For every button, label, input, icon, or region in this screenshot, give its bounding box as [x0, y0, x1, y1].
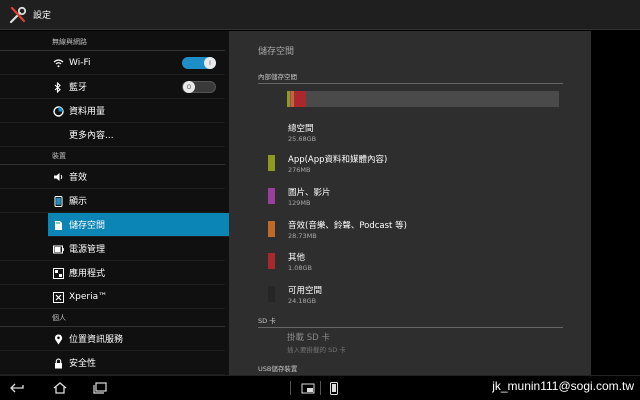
sidebar-item-storage[interactable]: 儲存空間: [48, 213, 229, 237]
section-header-wireless: 無線與網路: [0, 31, 225, 51]
watermark: jk_munin111@sogi.com.tw: [492, 379, 634, 393]
bluetooth-icon: [52, 81, 64, 93]
sidebar-item-sound[interactable]: 音效: [0, 165, 225, 189]
battery-icon: [52, 243, 64, 255]
usb-storage-header: USB儲存裝置: [258, 363, 563, 375]
nav-divider: [290, 381, 291, 395]
sidebar-item-power[interactable]: 電源管理: [0, 237, 225, 261]
display-icon: [52, 195, 64, 207]
row-title: 其他: [288, 253, 306, 263]
sidebar-item-location[interactable]: 位置資訊服務: [0, 327, 225, 351]
sidebar-item-label: 顯示: [69, 197, 88, 207]
bar-segment-misc: [294, 91, 306, 107]
sidebar-item-label: 位置資訊服務: [69, 335, 124, 345]
action-bar: 設定: [0, 0, 640, 30]
row-title: 音效(音樂、鈴聲、Podcast 等): [288, 221, 407, 231]
sidebar-item-more[interactable]: 更多內容...: [0, 123, 225, 147]
color-swatch: [268, 253, 275, 269]
section-header-device: 裝置: [0, 147, 225, 165]
sidebar-item-label: Xperia™: [69, 291, 108, 302]
color-swatch: [268, 188, 275, 204]
bluetooth-toggle[interactable]: O: [182, 81, 216, 93]
row-value: 24.18GB: [288, 297, 317, 305]
tools-icon[interactable]: [6, 3, 30, 27]
speaker-icon: [52, 171, 64, 183]
wifi-toggle[interactable]: I: [182, 57, 216, 69]
row-title: 掛載 SD 卡: [287, 333, 330, 343]
sidebar-item-apps[interactable]: 應用程式: [0, 261, 225, 285]
screenshot-icon[interactable]: [326, 381, 342, 395]
sidebar-item-wifi[interactable]: Wi-Fi I: [0, 51, 225, 75]
storage-usage-bar: [287, 91, 559, 107]
sidebar-item-label: 儲存空間: [69, 221, 106, 231]
row-value: 25.68GB: [288, 135, 317, 143]
home-button[interactable]: [52, 381, 68, 395]
small-app-icon[interactable]: [300, 381, 316, 395]
storage-icon: [52, 219, 64, 231]
sidebar-item-xperia[interactable]: Xperia™: [0, 285, 225, 309]
internal-storage-header: 內部儲存空間: [258, 71, 563, 84]
page-title: 設定: [33, 11, 52, 21]
back-button[interactable]: [10, 381, 26, 395]
color-swatch: [268, 286, 275, 302]
system-navigation-bar: jk_munin111@sogi.com.tw: [0, 375, 640, 400]
recent-apps-button[interactable]: [92, 381, 108, 395]
sidebar-item-data-usage[interactable]: 資料用量: [0, 99, 225, 123]
row-value: 28.73MB: [288, 232, 317, 240]
sidebar-item-label: 更多內容...: [69, 131, 114, 141]
sidebar-item-label: 應用程式: [69, 269, 106, 279]
bar-segment-free: [305, 91, 559, 107]
xperia-icon: [52, 291, 64, 303]
row-title: 總空間: [288, 124, 314, 134]
settings-list[interactable]: 無線與網路 Wi-Fi I 藍牙 O 資料用量 更多內容... 裝置 音效 顯示: [0, 31, 229, 375]
color-swatch: [268, 221, 275, 237]
sidebar-item-label: 資料用量: [69, 107, 106, 117]
section-header-personal: 個人: [0, 309, 225, 327]
sidebar-item-bluetooth[interactable]: 藍牙 O: [0, 75, 225, 99]
data-usage-icon: [52, 105, 64, 117]
color-swatch: [268, 155, 275, 171]
sidebar-item-label: 電源管理: [69, 245, 106, 255]
row-subtitle: 插入要掛載的 SD 卡: [287, 346, 346, 354]
lock-icon: [52, 357, 64, 369]
row-title: 可用空間: [288, 286, 323, 296]
panel-title: 儲存空間: [258, 47, 295, 57]
row-value: 276MB: [288, 166, 311, 174]
sidebar-item-label: 音效: [69, 173, 88, 183]
wifi-icon: [52, 57, 64, 69]
toggle-knob: O: [183, 81, 195, 93]
toggle-knob: I: [204, 57, 216, 69]
sidebar-item-security[interactable]: 安全性: [0, 351, 225, 375]
nav-divider: [320, 381, 321, 395]
row-title: App(App資料和媒體內容): [288, 155, 388, 165]
sd-card-header: SD 卡: [258, 315, 563, 328]
row-value: 1.08GB: [288, 264, 312, 272]
row-value: 129MB: [288, 199, 311, 207]
location-icon: [52, 333, 64, 345]
sidebar-item-label: Wi-Fi: [69, 57, 91, 68]
storage-panel: 儲存空間 內部儲存空間 總空間 25.68GB App(App資料和媒體內容) …: [229, 31, 591, 375]
sidebar-item-label: 安全性: [69, 359, 97, 369]
apps-icon: [52, 267, 64, 279]
sidebar-item-display[interactable]: 顯示: [0, 189, 225, 213]
sidebar-item-label: 藍牙: [69, 83, 88, 93]
row-title: 圖片、影片: [288, 188, 331, 198]
